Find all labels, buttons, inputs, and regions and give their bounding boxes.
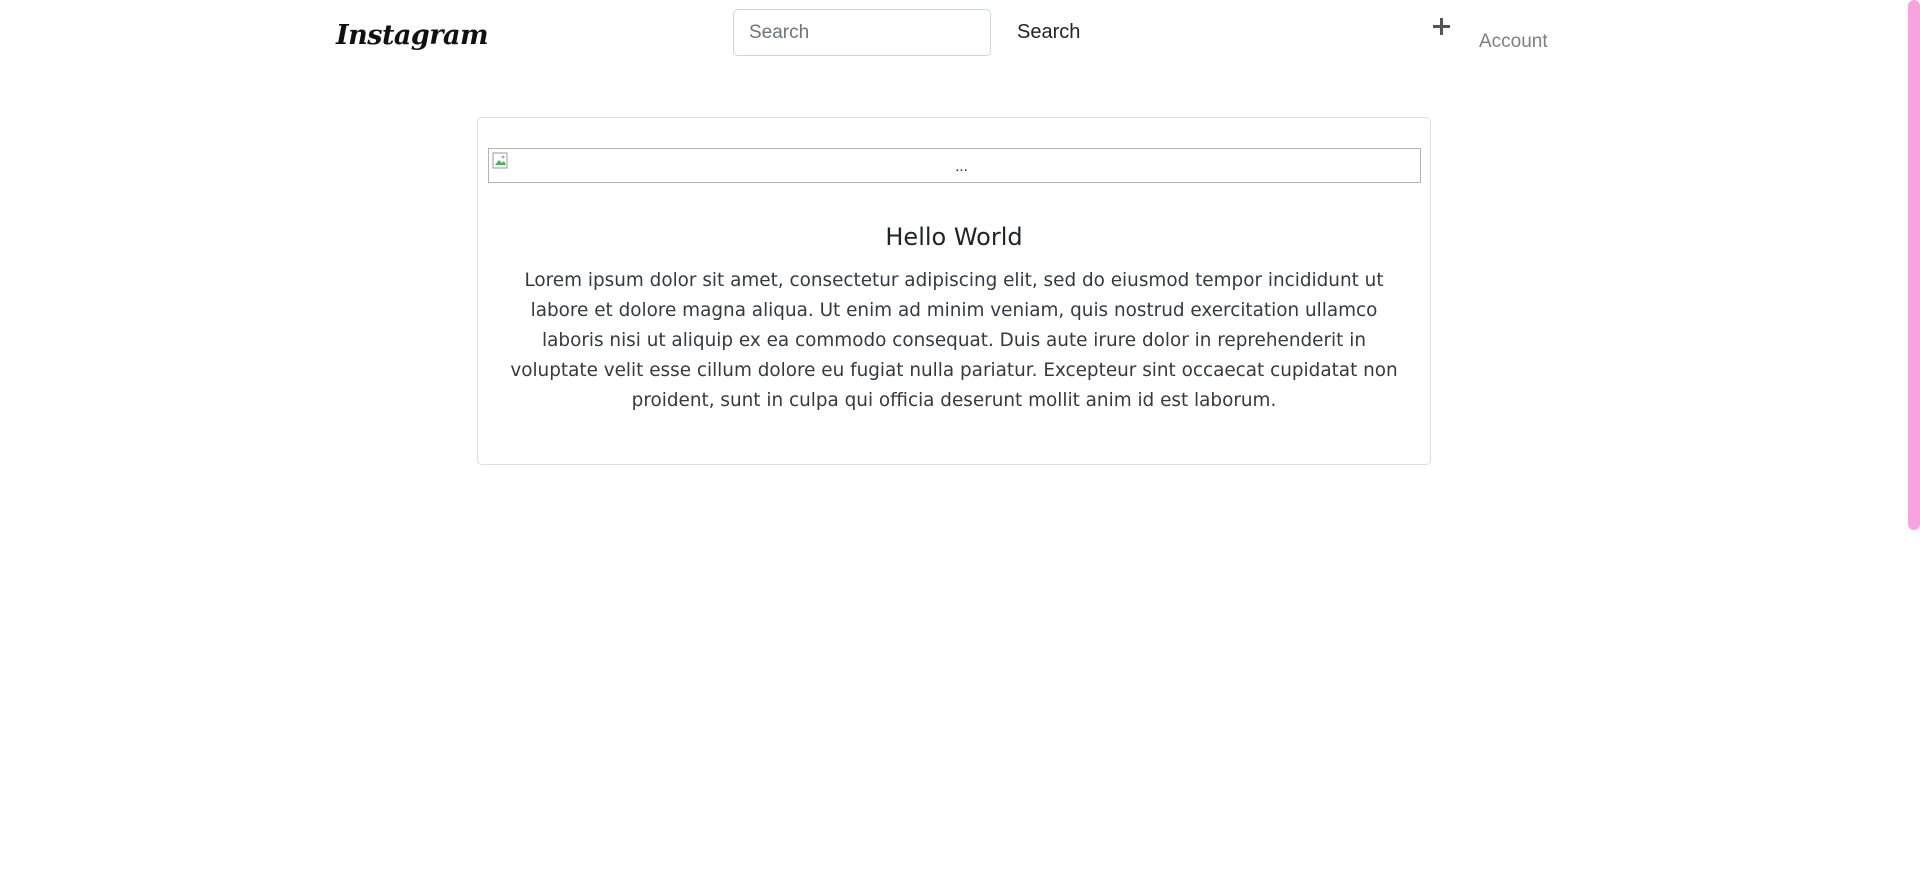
brand-logo[interactable]: Instagram: [336, 20, 489, 51]
post-body: Lorem ipsum dolor sit amet, consectetur …: [510, 270, 1398, 411]
plus-icon: [1433, 18, 1450, 35]
scrollbar-thumb[interactable]: [1908, 0, 1920, 530]
image-alt-text: ...: [955, 158, 968, 175]
search-button[interactable]: Search: [1003, 12, 1094, 52]
post-card: ... Hello World Lorem ipsum dolor sit am…: [477, 117, 1431, 465]
post-image: ...: [488, 148, 1421, 183]
navbar: Instagram Search Account: [0, 0, 1905, 80]
broken-image-icon: [492, 152, 508, 169]
add-post-button[interactable]: [1425, 8, 1455, 44]
account-link[interactable]: Account: [1479, 31, 1548, 53]
post-title: Hello World: [885, 223, 1023, 251]
search-input[interactable]: [733, 9, 991, 56]
